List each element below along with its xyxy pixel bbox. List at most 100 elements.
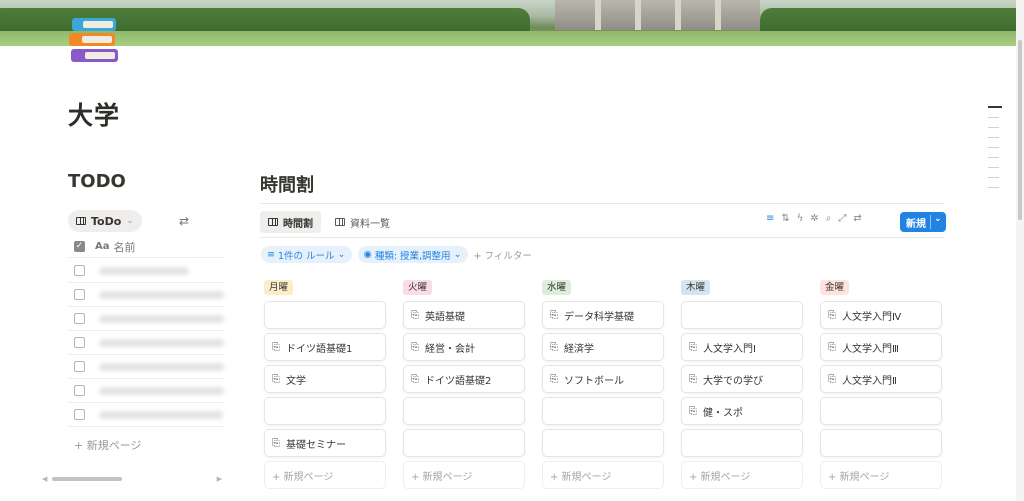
tab-materials[interactable]: 資料一覧 [327,211,398,233]
board-card[interactable] [403,429,525,457]
board-card[interactable]: ⎘ 大学での学び [681,365,803,393]
scrollbar-thumb[interactable] [52,477,122,481]
type-filter-label: 種類: 授業,調整用 [374,250,451,262]
settings-sliders-icon[interactable]: ⇄ [179,214,189,228]
board-column: 水曜 ⎘ データ科学基礎 ⎘ 経済学 ⎘ ソフトボール + 新規ページ [542,275,664,493]
table-row[interactable] [68,331,224,355]
new-page-button[interactable]: + 新規ページ [403,461,525,489]
new-page-button[interactable]: + 新規ページ [820,461,942,489]
sparkle-icon[interactable]: ✲ [810,213,818,224]
tab-timetable[interactable]: 時間割 [260,211,321,233]
checkbox[interactable] [74,313,85,324]
weekday-tag[interactable]: 金曜 [820,280,850,295]
card-title: 英語基礎 [425,311,465,323]
horizontal-scrollbar[interactable]: ◀ ▶ [42,475,222,483]
board-card[interactable]: ⎘ 人文学入門Ⅳ [820,301,942,329]
page-icon: ⎘ [411,309,419,321]
target-icon: ◉ [363,249,372,260]
weekday-tag[interactable]: 水曜 [542,280,572,295]
board-column: 金曜 ⎘ 人文学入門Ⅳ ⎘ 人文学入門Ⅲ ⎘ 人文学入門Ⅱ + 新規ページ [820,275,942,493]
board-card[interactable]: ⎘ 健・スポ [681,397,803,425]
text-type-icon: Aa [95,241,110,252]
board-card[interactable] [264,301,386,329]
board-card[interactable]: ⎘ ソフトボール [542,365,664,393]
filter-icon[interactable]: ≡ [766,213,774,224]
table-row[interactable] [68,379,224,403]
building [555,0,760,30]
weekday-tag[interactable]: 火曜 [403,280,433,295]
tab-label: 資料一覧 [350,218,390,230]
page-icon: ⎘ [689,405,697,417]
board-card[interactable]: ⎘ 経済学 [542,333,664,361]
board-card[interactable] [820,397,942,425]
chevron-down-icon: ⌄ [453,249,462,260]
weekday-tag[interactable]: 木曜 [681,280,711,295]
chevron-down-icon: ⌄ [337,249,346,260]
board-card[interactable]: ⎘ 人文学入門Ⅲ [820,333,942,361]
column-header: 金曜 [820,275,942,295]
expand-icon[interactable]: ⤢ [838,213,846,224]
card-title: 経営・会計 [425,343,475,355]
checkbox[interactable] [74,385,85,396]
board-card[interactable] [681,429,803,457]
new-page-button[interactable]: + 新規ページ [542,461,664,489]
database-toolbar: ≡ ⇅ ϟ ✲ ⌕ ⤢ ⇄ [766,213,862,224]
scroll-right-icon[interactable]: ▶ [217,475,222,483]
checkbox[interactable] [74,289,85,300]
search-icon[interactable]: ⌕ [826,213,832,224]
board-card[interactable]: ⎘ 人文学入門Ⅰ [681,333,803,361]
weekday-tag[interactable]: 月曜 [264,280,294,295]
table-row[interactable] [68,283,224,307]
books-icon[interactable] [68,16,124,70]
new-page-button[interactable]: + 新規ページ [264,461,386,489]
checkbox[interactable] [74,409,85,420]
board-card[interactable] [264,397,386,425]
add-filter-button[interactable]: + フィルター [474,248,532,262]
todo-view-button[interactable]: ToDo ⌄ [68,210,142,232]
divider [260,203,944,204]
table-row[interactable] [68,355,224,379]
new-page-button[interactable]: + 新規ページ [681,461,803,489]
column-header: 火曜 [403,275,525,295]
scrollbar-thumb[interactable] [1018,40,1022,220]
board-card[interactable] [542,429,664,457]
new-button-label: 新規 [906,218,926,230]
page-title: 大学 [68,101,121,130]
checkbox[interactable] [74,337,85,348]
checkbox[interactable] [74,265,85,276]
board-card[interactable]: ⎘ 基礎セミナー [264,429,386,457]
todo-new-page-button[interactable]: + 新規ページ [74,437,142,453]
settings-sliders-icon[interactable]: ⇄ [853,213,861,224]
chevron-down-icon: ⌄ [126,216,134,226]
table-row[interactable] [68,307,224,331]
chevron-down-icon[interactable]: ⌄ [934,214,942,224]
type-filter-chip[interactable]: ◉ 種類: 授業,調整用 ⌄ [357,246,468,263]
board-card[interactable]: ⎘ 英語基礎 [403,301,525,329]
card-title: 文学 [286,375,306,387]
lightning-icon[interactable]: ϟ [797,213,804,224]
board-card[interactable] [542,397,664,425]
rule-chip[interactable]: ≡ 1件の ルール ⌄ [261,246,352,263]
table-row[interactable] [68,259,224,283]
sort-icon[interactable]: ⇅ [781,213,789,224]
board-card[interactable] [681,301,803,329]
table-of-contents[interactable] [988,106,1002,197]
scroll-left-icon[interactable]: ◀ [42,475,47,483]
checkbox[interactable] [74,361,85,372]
board-card[interactable]: ⎘ 経営・会計 [403,333,525,361]
vertical-scrollbar[interactable] [1016,0,1024,501]
board-card[interactable] [820,429,942,457]
board-card[interactable]: ⎘ データ科学基礎 [542,301,664,329]
board-card[interactable]: ⎘ 人文学入門Ⅱ [820,365,942,393]
board-card[interactable] [403,397,525,425]
table-row[interactable] [68,403,224,427]
board-card[interactable]: ⎘ ドイツ語基礎2 [403,365,525,393]
board-card[interactable]: ⎘ ドイツ語基礎1 [264,333,386,361]
new-button[interactable]: 新規 ⌄ [900,212,946,232]
column-header: 木曜 [681,275,803,295]
board-card[interactable]: ⎘ 文学 [264,365,386,393]
view-tabs: 時間割 資料一覧 [260,211,398,233]
name-column-header[interactable]: 名前 [114,239,136,255]
column-header: 水曜 [542,275,664,295]
timetable-heading: 時間割 [260,175,314,196]
